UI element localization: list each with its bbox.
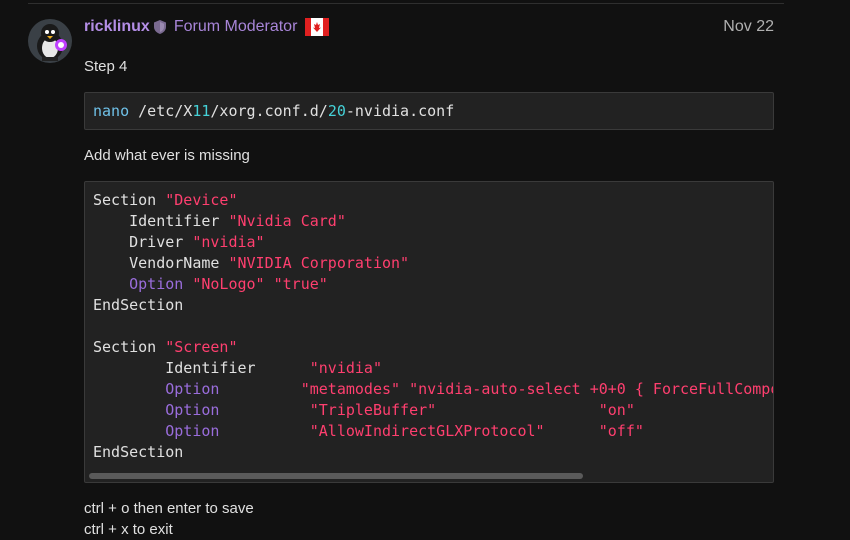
tux-penguin-icon xyxy=(28,19,72,63)
code-token: EndSection xyxy=(93,296,184,314)
command-line: nano /etc/X11/xorg.conf.d/20-nvidia.conf xyxy=(93,101,454,122)
command-code-block[interactable]: nano /etc/X11/xorg.conf.d/20-nvidia.conf xyxy=(84,92,774,130)
path-number-2: 20 xyxy=(327,102,346,120)
code-token: Identifier xyxy=(93,359,310,377)
code-token: Identifier xyxy=(93,212,229,230)
code-string: "metamodes" "nvidia-auto-select +0+0 { F… xyxy=(219,380,774,398)
code-token: Section xyxy=(93,191,166,209)
avatar[interactable] xyxy=(28,19,72,63)
code-string: "Device" xyxy=(165,191,238,209)
code-token: Section xyxy=(93,338,166,356)
exit-instruction: ctrl + x to exit xyxy=(84,521,173,538)
code-token: EndSection xyxy=(93,443,184,461)
code-token: VendorName xyxy=(93,254,229,272)
post-date[interactable]: Nov 22 xyxy=(723,16,774,38)
code-keyword: Option xyxy=(93,380,220,398)
code-string: "Nvidia Card" xyxy=(228,212,346,230)
scrollbar-thumb[interactable] xyxy=(89,473,583,479)
code-keyword: Option xyxy=(93,275,184,293)
command-name: nano xyxy=(93,102,130,120)
shield-icon xyxy=(153,20,166,34)
add-text: Add what ever is missing xyxy=(84,147,250,164)
post-divider xyxy=(28,3,784,4)
code-keyword: Option xyxy=(93,401,220,419)
code-string: "Screen" xyxy=(165,338,238,356)
code-string: "AllowIndirectGLXProtocol" "off" xyxy=(219,422,644,440)
code-keyword: Option xyxy=(93,422,220,440)
config-code: Section "Device" Identifier "Nvidia Card… xyxy=(93,190,774,463)
post-header: ricklinux Forum Moderator xyxy=(84,16,330,38)
code-string: "nvidia" xyxy=(309,359,382,377)
code-string: "NVIDIA Corporation" xyxy=(228,254,410,272)
canada-flag-icon xyxy=(305,18,330,36)
save-instruction: ctrl + o then enter to save xyxy=(84,500,254,517)
code-string: "TripleBuffer" "on" xyxy=(219,401,635,419)
step-text: Step 4 xyxy=(84,58,128,75)
path-part-c: -nvidia.conf xyxy=(345,102,455,120)
code-string: "nvidia" xyxy=(192,233,265,251)
path-number-1: 11 xyxy=(192,102,211,120)
path-part-b: /xorg.conf.d/ xyxy=(210,102,328,120)
user-title: Forum Moderator xyxy=(173,18,298,35)
path-part-a: /etc/X xyxy=(129,102,193,120)
code-token: Driver xyxy=(93,233,193,251)
code-string: "NoLogo" "true" xyxy=(183,275,328,293)
horizontal-scrollbar[interactable] xyxy=(85,470,773,482)
username-link[interactable]: ricklinux xyxy=(84,18,150,36)
config-code-block[interactable]: Section "Device" Identifier "Nvidia Card… xyxy=(84,181,774,483)
